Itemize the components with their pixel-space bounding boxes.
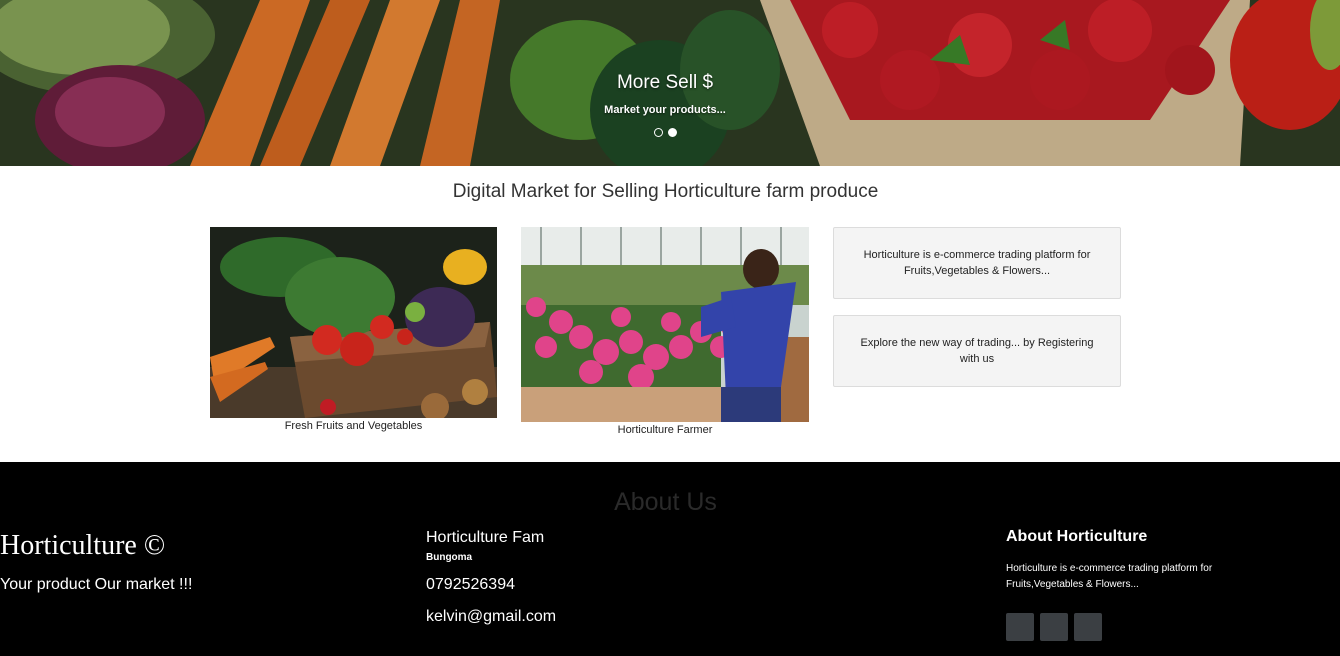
farmer-image bbox=[521, 227, 809, 422]
contact-phone[interactable]: 0792526394 bbox=[426, 576, 515, 594]
social-icon-1[interactable] bbox=[1006, 613, 1034, 641]
fresh-produce-image bbox=[210, 227, 497, 418]
footer-slogan: Your product Our market !!! bbox=[0, 576, 193, 593]
about-horticulture-title: About Horticulture bbox=[1006, 528, 1148, 545]
contact-name: Horticulture Fam bbox=[426, 529, 545, 546]
image-caption-farmer: Horticulture Farmer bbox=[617, 424, 713, 436]
contact-town: Bungoma bbox=[426, 552, 473, 563]
contact-email[interactable]: kelvin@gmail.com bbox=[426, 608, 556, 626]
carousel-indicator-1[interactable] bbox=[654, 128, 663, 137]
slide-title: More Sell $ bbox=[616, 72, 714, 93]
footer: About Us Horticulture © Your product Our… bbox=[0, 462, 1340, 656]
footer-brand: Horticulture © bbox=[0, 530, 166, 561]
carousel-indicators bbox=[654, 128, 677, 137]
hero-carousel: More Sell $ Market your products... bbox=[0, 0, 1340, 166]
slide-subtitle: Market your products... bbox=[604, 104, 726, 116]
image-caption-produce: Fresh Fruits and Vegetables bbox=[284, 420, 423, 432]
info-box-platform: Horticulture is e-commerce trading platf… bbox=[833, 227, 1121, 299]
section-title: Digital Market for Selling Horticulture … bbox=[452, 181, 879, 202]
info-box-register-text: Explore the new way of trading... by Reg… bbox=[860, 337, 1094, 365]
social-icon-2[interactable] bbox=[1040, 613, 1068, 641]
about-us-heading: About Us bbox=[614, 488, 717, 516]
about-horticulture-text: Horticulture is e-commerce trading platf… bbox=[1006, 563, 1213, 590]
info-box-platform-text: Horticulture is e-commerce trading platf… bbox=[863, 249, 1091, 277]
info-box-register[interactable]: Explore the new way of trading... by Reg… bbox=[833, 315, 1121, 387]
carousel-indicator-2[interactable] bbox=[668, 128, 677, 137]
social-icon-3[interactable] bbox=[1074, 613, 1102, 641]
